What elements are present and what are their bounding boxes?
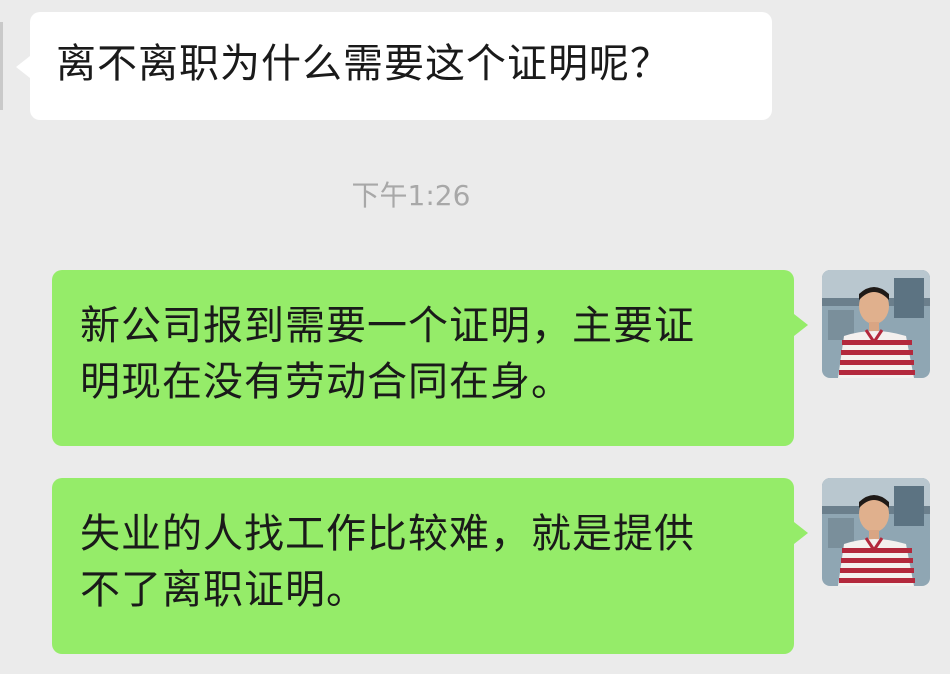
chat-window: 离不离职为什么需要这个证明呢？ 下午1:26 新公司报到需要一个证明，主要证 明… (0, 0, 950, 674)
sent-message-bubble[interactable]: 新公司报到需要一个证明，主要证 明现在没有劳动合同在身。 (52, 270, 808, 446)
user-avatar-photo (822, 478, 930, 586)
received-message-bubble[interactable]: 离不离职为什么需要这个证明呢？ (16, 12, 772, 120)
message-text-line: 明现在没有劳动合同在身。 (80, 359, 572, 405)
avatar-icon[interactable] (822, 270, 930, 378)
message-text: 离不离职为什么需要这个证明呢？ (56, 41, 671, 87)
avatar-icon[interactable] (822, 478, 930, 586)
user-avatar-photo (822, 270, 930, 378)
message-text-line: 不了离职证明。 (80, 567, 367, 613)
message-text-line: 新公司报到需要一个证明，主要证 (80, 303, 695, 349)
sent-message-bubble[interactable]: 失业的人找工作比较难，就是提供 不了离职证明。 (52, 478, 808, 654)
message-text-line: 失业的人找工作比较难，就是提供 (80, 511, 695, 557)
left-edge-divider (0, 22, 3, 110)
message-timestamp: 下午1:26 (351, 179, 471, 212)
